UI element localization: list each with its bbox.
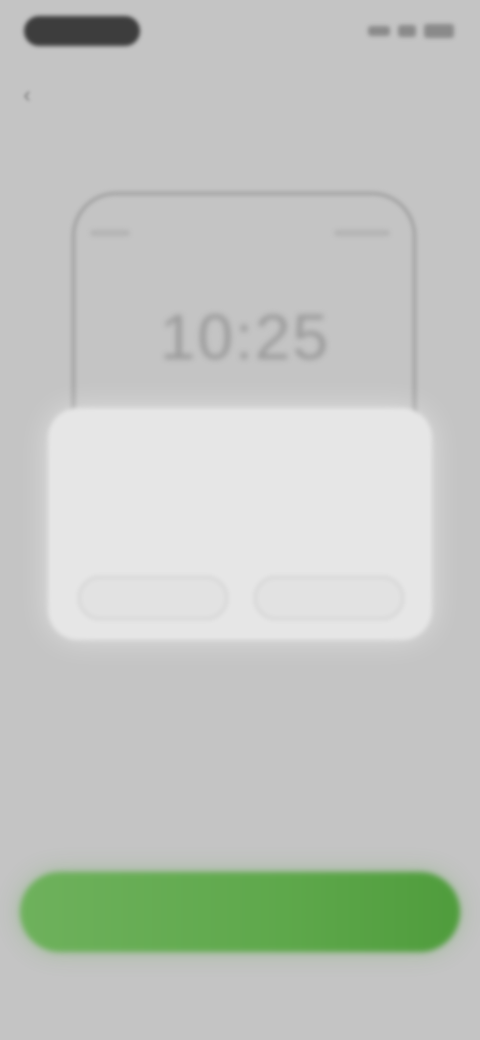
status-bar: [0, 0, 480, 64]
continue-button[interactable]: [20, 872, 460, 952]
wifi-icon: [398, 25, 416, 37]
status-icons: [368, 22, 454, 40]
status-time-pill: [24, 16, 140, 46]
chevron-left-icon: ‹: [23, 82, 31, 107]
phone-status-marks: [90, 230, 390, 240]
back-button[interactable]: ‹: [14, 82, 40, 108]
phone-icons-mark: [334, 230, 390, 236]
dialog-deny-button[interactable]: [78, 576, 228, 620]
dialog-allow-button[interactable]: [254, 576, 404, 620]
battery-icon: [424, 24, 454, 38]
notification-permission-dialog: [48, 408, 432, 640]
lock-screen-clock: 10:25: [159, 301, 331, 373]
phone-time-mark: [90, 230, 130, 236]
signal-icon: [368, 26, 390, 36]
